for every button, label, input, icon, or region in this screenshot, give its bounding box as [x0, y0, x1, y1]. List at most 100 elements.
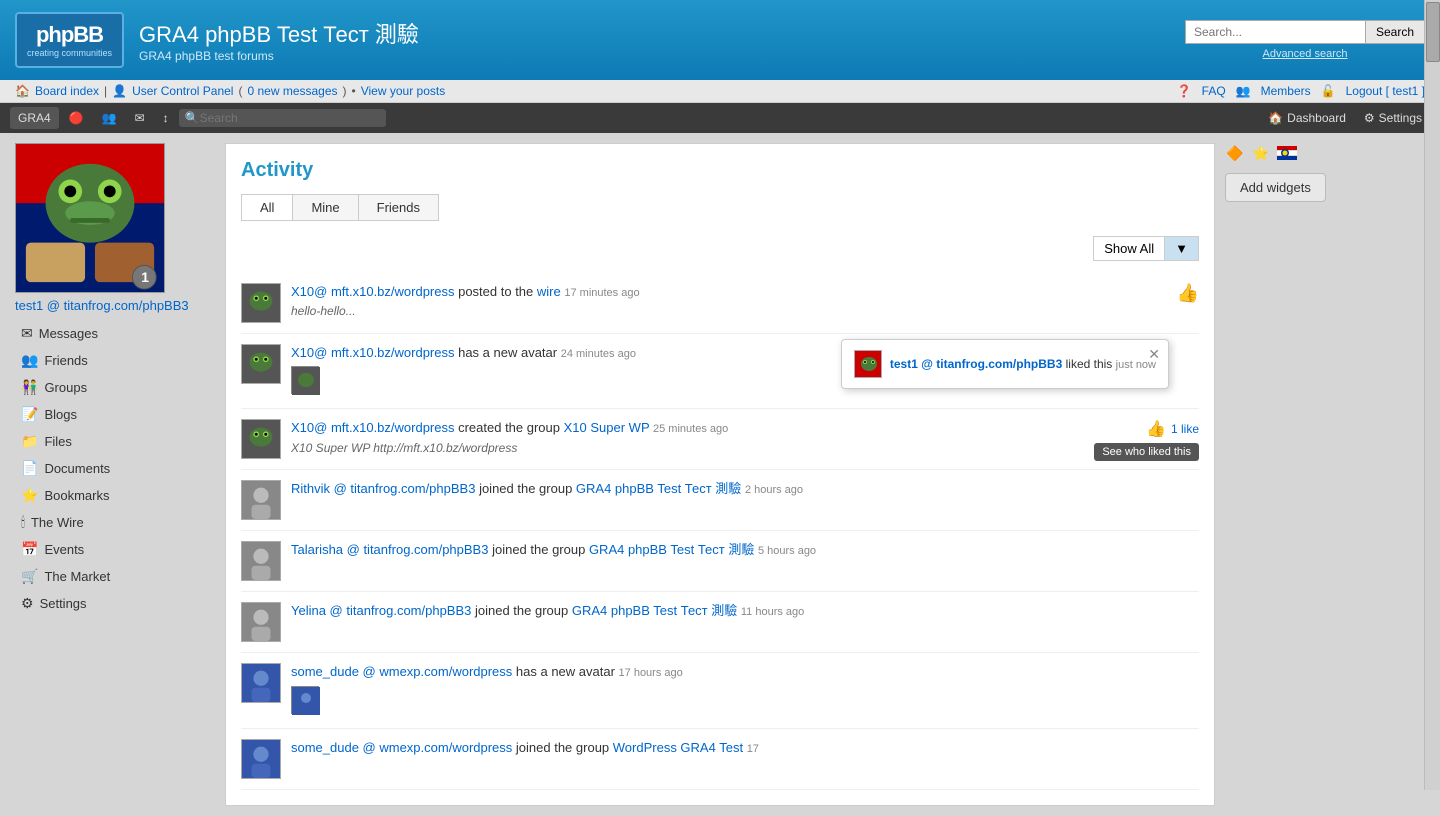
sidebar-item-events[interactable]: 📅 Events: [15, 537, 215, 562]
tab-friends[interactable]: Friends: [359, 195, 438, 220]
header-search-input[interactable]: [1185, 20, 1365, 44]
popup-user-link[interactable]: test1 @ titanfrog.com/phpBB3: [890, 357, 1062, 371]
filter-arrow[interactable]: ▼: [1164, 237, 1198, 260]
toolbar-settings[interactable]: ⚙ Settings: [1356, 107, 1430, 129]
friends-label: Friends: [44, 353, 87, 368]
events-label: Events: [44, 542, 84, 557]
toolbar: GRA4 🔴 👥 ✉ ↕ 🔍 🏠 Dashboard ⚙ Settings: [0, 103, 1440, 133]
activity-text-4: Rithvik @ titanfrog.com/phpBB3 joined th…: [291, 480, 1199, 498]
sidebar-item-the-wire[interactable]: 🕯 The Wire: [15, 510, 215, 535]
activity-item-8: some_dude @ wmexp.com/wordpress joined t…: [241, 729, 1199, 790]
activity-title: Activity: [241, 159, 1199, 182]
bookmarks-label: Bookmarks: [44, 488, 109, 503]
activity-time-2: 24 minutes ago: [561, 348, 636, 360]
profile-name[interactable]: test1 @ titanfrog.com/phpBB3: [15, 298, 215, 313]
activity-item-5: Talarisha @ titanfrog.com/phpBB3 joined …: [241, 531, 1199, 592]
members-link[interactable]: Members: [1261, 84, 1311, 98]
faq-icon: ❓: [1177, 84, 1192, 98]
board-index-link[interactable]: Board index: [35, 84, 99, 98]
scrollbar[interactable]: [1424, 0, 1440, 790]
activity-text-7: some_dude @ wmexp.com/wordpress has a ne…: [291, 663, 1199, 681]
new-messages-link[interactable]: 0 new messages: [247, 84, 337, 98]
sidebar-item-files[interactable]: 📁 Files: [15, 429, 215, 454]
see-who-liked-button[interactable]: See who liked this: [1094, 443, 1199, 461]
user-link-6[interactable]: Yelina @ titanfrog.com/phpBB3: [291, 603, 471, 618]
toolbar-icon2[interactable]: 👥: [94, 107, 125, 129]
user-link-1[interactable]: X10@ mft.x10.bz/wordpress: [291, 284, 454, 299]
sidebar-item-blogs[interactable]: 📝 Blogs: [15, 402, 215, 427]
activity-body-5: Talarisha @ titanfrog.com/phpBB3 joined …: [291, 541, 1199, 559]
add-widgets-button[interactable]: Add widgets: [1225, 173, 1326, 202]
toolbar-icon3[interactable]: ✉: [127, 107, 153, 129]
sidebar-item-friends[interactable]: 👥 Friends: [15, 348, 215, 373]
toolbar-icon1[interactable]: 🔴: [61, 107, 92, 129]
star-icon[interactable]: ⭐: [1251, 143, 1271, 163]
groups-icon: 👫: [21, 379, 38, 396]
user-link-7[interactable]: some_dude @ wmexp.com/wordpress: [291, 664, 512, 679]
nav-top-right: ❓ FAQ 👥 Members 🔓 Logout [ test1 ]: [1177, 84, 1425, 98]
user-control-link[interactable]: User Control Panel: [132, 84, 233, 98]
sidebar-item-messages[interactable]: ✉ Messages: [15, 321, 215, 346]
profile-picture: 1: [15, 143, 165, 293]
user-link-4[interactable]: Rithvik @ titanfrog.com/phpBB3: [291, 481, 475, 496]
activity-body-6: Yelina @ titanfrog.com/phpBB3 joined the…: [291, 602, 1199, 620]
sidebar-item-documents[interactable]: 📄 Documents: [15, 456, 215, 481]
sidebar-item-bookmarks[interactable]: ⭐ Bookmarks: [15, 483, 215, 508]
the-wire-label: The Wire: [31, 515, 84, 530]
logout-link[interactable]: Logout [ test1 ]: [1346, 84, 1425, 98]
filter-label: Show All: [1094, 237, 1164, 260]
toolbar-icon4[interactable]: ↕: [155, 107, 177, 129]
group-link-6[interactable]: GRA4 phpBB Test Тест 測驗: [572, 603, 737, 618]
group-link-4[interactable]: GRA4 phpBB Test Тест 測驗: [576, 481, 741, 496]
activity-time-4: 2 hours ago: [745, 484, 803, 496]
logo[interactable]: phpBB creating communities: [15, 12, 124, 68]
like-count-3[interactable]: 👍 1 like: [1146, 419, 1199, 439]
activity-time-7: 17 hours ago: [619, 667, 683, 679]
activity-text-1: X10@ mft.x10.bz/wordpress posted to the …: [291, 283, 1199, 301]
group-link-5[interactable]: GRA4 phpBB Test Тест 測驗: [589, 542, 754, 557]
user-link-2[interactable]: X10@ mft.x10.bz/wordpress: [291, 345, 454, 360]
tab-mine[interactable]: Mine: [293, 195, 358, 220]
avatar-svg-5: [242, 541, 280, 581]
activity-time-5: 5 hours ago: [758, 545, 816, 557]
like-button-1[interactable]: 👍: [1177, 283, 1199, 304]
groups-label: Groups: [44, 380, 87, 395]
group-link-8[interactable]: WordPress GRA4 Test: [613, 740, 743, 755]
header-search-button[interactable]: Search: [1365, 20, 1425, 44]
blogs-label: Blogs: [44, 407, 77, 422]
scrollbar-thumb[interactable]: [1426, 2, 1440, 62]
activity-time-3: 25 minutes ago: [653, 423, 728, 435]
dashboard-label: Dashboard: [1287, 111, 1346, 125]
toolbar-search-input[interactable]: [200, 111, 380, 125]
activity-body-8: some_dude @ wmexp.com/wordpress joined t…: [291, 739, 1199, 757]
like-icon-3: 👍: [1146, 419, 1166, 439]
sidebar-item-settings[interactable]: ⚙ Settings: [15, 591, 215, 616]
user-link-5[interactable]: Talarisha @ titanfrog.com/phpBB3: [291, 542, 488, 557]
filter-select[interactable]: Show All ▼: [1093, 236, 1199, 261]
toolbar-brand[interactable]: GRA4: [10, 107, 59, 129]
group-link-3[interactable]: X10 Super WP: [564, 420, 650, 435]
faq-link[interactable]: FAQ: [1202, 84, 1226, 98]
activity-body-3: X10@ mft.x10.bz/wordpress created the gr…: [291, 419, 1199, 454]
site-title-main: GRA4 phpBB Test Тест 測驗: [139, 17, 419, 49]
sidebar-item-the-market[interactable]: 🛒 The Market: [15, 564, 215, 589]
avatar-svg-3: [242, 419, 280, 459]
files-icon: 📁: [21, 433, 38, 450]
popup-close-button[interactable]: ✕: [1148, 346, 1160, 363]
tab-all[interactable]: All: [242, 195, 293, 220]
user-link-8[interactable]: some_dude @ wmexp.com/wordpress: [291, 740, 512, 755]
flag-icon[interactable]: [1277, 143, 1297, 163]
user-link-3[interactable]: X10@ mft.x10.bz/wordpress: [291, 420, 454, 435]
avatar-svg-2: [242, 344, 280, 384]
sep1: |: [104, 84, 107, 98]
header-left: phpBB creating communities GRA4 phpBB Te…: [15, 12, 419, 68]
view-posts-link[interactable]: View your posts: [361, 84, 446, 98]
toolbar-dashboard[interactable]: 🏠 Dashboard: [1260, 107, 1354, 129]
rss-icon[interactable]: 🔶: [1225, 143, 1245, 163]
wire-link-1[interactable]: wire: [537, 284, 561, 299]
sidebar-item-groups[interactable]: 👫 Groups: [15, 375, 215, 400]
right-icons: 🔶 ⭐: [1225, 143, 1425, 163]
logo-sub: creating communities: [27, 48, 112, 58]
activity-text-5: Talarisha @ titanfrog.com/phpBB3 joined …: [291, 541, 1199, 559]
advanced-search-link[interactable]: Advanced search: [1262, 48, 1347, 60]
